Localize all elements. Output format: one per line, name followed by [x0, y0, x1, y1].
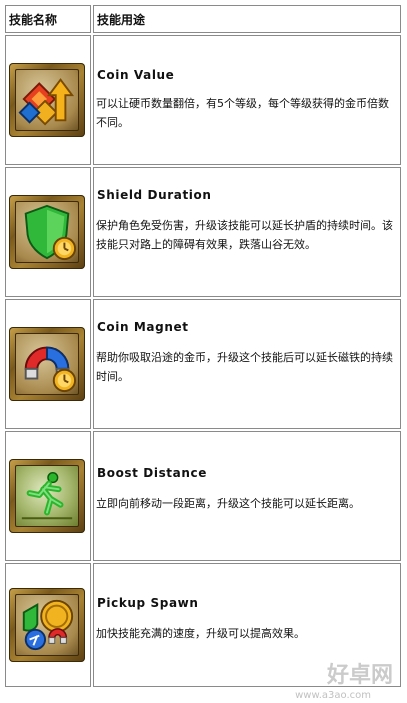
- skill-name: Shield Duration: [97, 188, 212, 202]
- skill-description: 保护角色免受伤害，升级该技能可以延长护盾的持续时间。该技能只对路上的障碍有效果，…: [96, 219, 393, 251]
- skill-name: Coin Magnet: [97, 320, 189, 334]
- header-skill-name: 技能名称: [5, 5, 91, 33]
- shield-duration-icon: [9, 195, 85, 269]
- skill-name: Boost Distance: [97, 466, 207, 480]
- icon-cell: [5, 563, 91, 687]
- icon-cell: [5, 35, 91, 165]
- skills-table: 技能名称 技能用途 Coin Value 可以让硬币数量翻倍，有5个等级，每个等…: [3, 3, 403, 689]
- watermark-logo: 好卓网: [326, 663, 393, 688]
- info-cell: Coin Value 可以让硬币数量翻倍，有5个等级，每个等级获得的金币倍数不同…: [93, 35, 401, 165]
- coin-magnet-icon: [9, 327, 85, 401]
- table-row: Shield Duration 保护角色免受伤害，升级该技能可以延长护盾的持续时…: [5, 167, 401, 297]
- info-cell: Coin Magnet 帮助你吸取沿途的金币，升级这个技能后可以延长磁铁的持续时…: [93, 299, 401, 429]
- watermark-url: www.a3ao.com: [295, 690, 371, 701]
- icon-cell: [5, 431, 91, 561]
- icon-cell: [5, 299, 91, 429]
- header-skill-use: 技能用途: [93, 5, 401, 33]
- boost-distance-icon: [9, 459, 85, 533]
- skill-description: 立即向前移动一段距离，升级这个技能可以延长距离。: [96, 497, 360, 510]
- skill-name: Pickup Spawn: [97, 596, 199, 610]
- info-cell: Boost Distance 立即向前移动一段距离，升级这个技能可以延长距离。: [93, 431, 401, 561]
- info-cell: Shield Duration 保护角色免受伤害，升级该技能可以延长护盾的持续时…: [93, 167, 401, 297]
- table-row: Coin Value 可以让硬币数量翻倍，有5个等级，每个等级获得的金币倍数不同…: [5, 35, 401, 165]
- table-row: Coin Magnet 帮助你吸取沿途的金币，升级这个技能后可以延长磁铁的持续时…: [5, 299, 401, 429]
- icon-cell: [5, 167, 91, 297]
- table-row: Boost Distance 立即向前移动一段距离，升级这个技能可以延长距离。: [5, 431, 401, 561]
- skill-description: 帮助你吸取沿途的金币，升级这个技能后可以延长磁铁的持续时间。: [96, 351, 393, 383]
- coin-value-icon: [9, 63, 85, 137]
- skill-description: 可以让硬币数量翻倍，有5个等级，每个等级获得的金币倍数不同。: [96, 97, 389, 129]
- table-header-row: 技能名称 技能用途: [5, 5, 401, 33]
- skill-description: 加快技能充满的速度，升级可以提高效果。: [96, 627, 305, 640]
- pickup-spawn-icon: [9, 588, 85, 662]
- skill-name: Coin Value: [97, 68, 175, 82]
